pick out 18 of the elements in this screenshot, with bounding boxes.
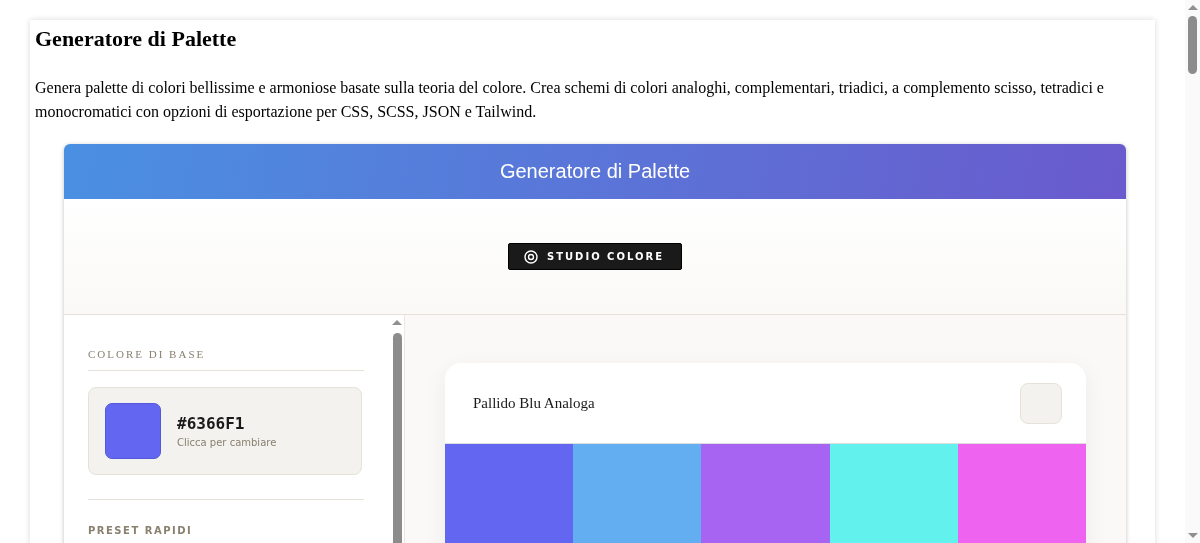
palette-name: Pallido Blu Analoga: [473, 394, 595, 412]
action-button[interactable]: [1020, 382, 1062, 424]
page-description: Genera palette di colori bellissime e armoniose basate sulla teoria del colore. Crea schemi di colori analoghi, complementari, triadici, a complemento scisso, tetradici e monocromatici con opzioni di esportazione per CSS, SCSS, JSON e Tailwind.: [35, 78, 1105, 123]
app-title: Generatore di Palette: [499, 160, 691, 183]
palette-swatch[interactable]: [957, 444, 1086, 543]
palette-swatch[interactable]: [573, 444, 702, 543]
base-color-picker[interactable]: #6366F1 Clicca per cambiare: [88, 387, 362, 475]
page-scrollbar[interactable]: [1185, 0, 1200, 543]
hex-value: #6366F1: [177, 414, 246, 433]
page-title: Generatore di Palette: [35, 26, 238, 52]
target-icon: [523, 249, 538, 264]
palette-swatch[interactable]: [445, 444, 574, 543]
hint-text: Clicca per cambiare: [177, 437, 277, 448]
section-heading: PRESET RAPIDI: [88, 525, 194, 536]
palette-swatch[interactable]: [701, 444, 830, 543]
studio-button[interactable]: STUDIO COLORE: [507, 243, 682, 270]
section-heading: COLORE DI BASE: [88, 348, 207, 360]
palette-swatch[interactable]: [829, 444, 958, 543]
